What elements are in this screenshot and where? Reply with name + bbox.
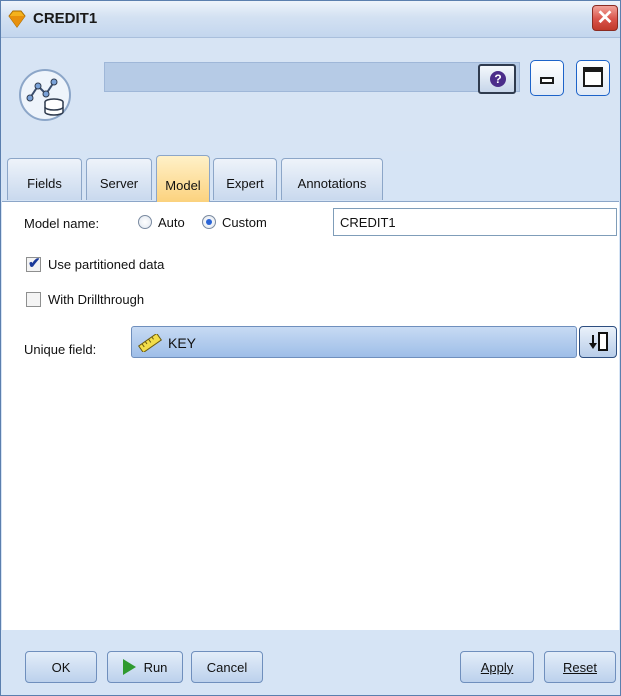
reset-button[interactable]: Reset: [544, 651, 616, 683]
tab-annotations[interactable]: Annotations: [281, 158, 383, 200]
field-picker-icon: [589, 332, 608, 351]
tab-server[interactable]: Server: [86, 158, 152, 200]
minimize-icon: [540, 77, 554, 84]
drillthrough-checkbox[interactable]: [26, 292, 41, 307]
help-icon: ?: [490, 71, 506, 87]
title-bar[interactable]: CREDIT1 ✕: [1, 1, 620, 38]
maximize-icon: [583, 67, 603, 87]
use-partitioned-label[interactable]: Use partitioned data: [48, 257, 164, 272]
tab-model[interactable]: Model: [156, 155, 210, 202]
custom-radio[interactable]: [202, 215, 216, 229]
custom-radio-label[interactable]: Custom: [222, 215, 267, 230]
unique-field-label: Unique field:: [24, 342, 97, 357]
maximize-button[interactable]: [576, 60, 610, 96]
ok-button[interactable]: OK: [25, 651, 97, 683]
database-model-node-icon: [19, 69, 71, 121]
drillthrough-label[interactable]: With Drillthrough: [48, 292, 144, 307]
checkmark-icon: ✔: [28, 255, 41, 272]
auto-radio-label[interactable]: Auto: [158, 215, 185, 230]
apply-button[interactable]: Apply: [460, 651, 534, 683]
node-header: ?: [2, 38, 619, 151]
cancel-button[interactable]: Cancel: [191, 651, 263, 683]
window-title: CREDIT1: [33, 10, 98, 27]
node-name-strip: [104, 62, 520, 92]
auto-radio[interactable]: [138, 215, 152, 229]
diamond-app-icon: [8, 10, 26, 28]
tab-bar: Fields Server Model Expert Annotations: [2, 151, 619, 202]
help-button[interactable]: ?: [478, 64, 516, 94]
model-name-input[interactable]: [333, 208, 617, 236]
tab-fields[interactable]: Fields: [7, 158, 82, 200]
ruler-icon: [138, 334, 162, 352]
field-picker-button[interactable]: [579, 326, 617, 358]
run-button-label: Run: [143, 659, 168, 675]
minimize-button[interactable]: [530, 60, 564, 96]
model-tab-panel: Model name: Auto Custom ✔ Use partitione…: [2, 202, 619, 630]
unique-field-select[interactable]: KEY: [131, 326, 577, 358]
button-bar: OK Run Cancel Apply Reset: [2, 631, 619, 695]
close-button[interactable]: ✕: [592, 5, 618, 31]
use-partitioned-checkbox[interactable]: ✔: [26, 255, 41, 272]
run-button[interactable]: Run: [107, 651, 183, 683]
model-name-label: Model name:: [24, 216, 100, 231]
play-icon: [122, 659, 136, 675]
tab-expert[interactable]: Expert: [213, 158, 277, 200]
unique-field-value: KEY: [168, 335, 197, 351]
reset-button-label: Reset: [563, 659, 597, 675]
dialog-window: CREDIT1 ✕ ? Fields Server Model Expert A…: [0, 0, 621, 696]
apply-button-label: Apply: [480, 659, 514, 675]
